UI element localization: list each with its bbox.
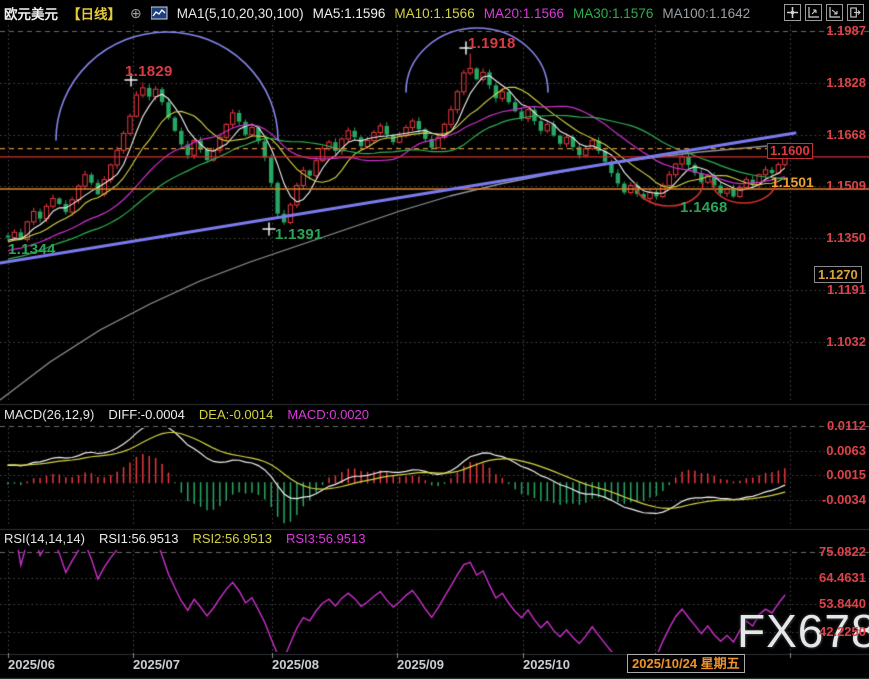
- ma-settings-label[interactable]: MA1(5,10,20,30,100): [177, 6, 304, 21]
- rsi2-value: RSI2:56.9513: [192, 531, 272, 546]
- rsi3-value: RSI3:56.9513: [286, 531, 366, 546]
- macd-axis-label: 0.0015: [815, 467, 866, 482]
- crosshair-price-tag: 1.1270: [814, 266, 862, 283]
- scale-axis-up-icon[interactable]: [805, 4, 822, 21]
- rsi-title[interactable]: RSI(14,14,14): [4, 531, 85, 546]
- price-axis-label: 1.1191: [815, 282, 866, 297]
- macd-diff-value: DIFF:-0.0004: [108, 407, 185, 422]
- date-axis-label: 2025/09: [397, 657, 444, 672]
- ma10-value: MA10:1.1566: [394, 6, 474, 21]
- price-axis-label: 1.1828: [815, 75, 866, 90]
- macd-axis-label: -0.0034: [815, 492, 866, 507]
- chart-annotation: 1.1468: [680, 199, 728, 216]
- macd-label-row: MACD(26,12,9) DIFF:-0.0004 DEA:-0.0014 M…: [4, 407, 369, 422]
- ma30-value: MA30:1.1576: [573, 6, 653, 21]
- macd-macd-value: MACD:0.0020: [287, 407, 369, 422]
- chart-annotation: 1.1391: [275, 226, 323, 243]
- rsi1-value: RSI1:56.9513: [99, 531, 179, 546]
- last-price-tag: 1.1600: [767, 143, 813, 159]
- line-chart-icon[interactable]: [151, 6, 168, 20]
- plus-circle-icon[interactable]: ⊕: [130, 5, 142, 22]
- price-axis-label: 1.1987: [815, 23, 866, 38]
- crosshair-date-tag: 2025/10/24 星期五: [627, 654, 745, 673]
- ma100-value: MA100:1.1642: [662, 6, 750, 21]
- macd-axis-label: 0.0063: [815, 443, 866, 458]
- rsi-axis-label: 64.4631: [815, 570, 866, 585]
- macd-axis-label: 0.0112: [815, 418, 866, 433]
- chart-canvas[interactable]: [0, 0, 869, 679]
- shift-right-icon[interactable]: [847, 4, 864, 21]
- chart-toolbar: [784, 4, 864, 21]
- price-axis-label: 1.1032: [815, 334, 866, 349]
- ma5-value: MA5:1.1596: [313, 6, 386, 21]
- rsi-axis-label: 53.8440: [815, 596, 866, 611]
- chart-header: 欧元美元 【日线】 ⊕ MA1(5,10,20,30,100) MA5:1.15…: [4, 3, 750, 23]
- chart-annotation: 1.1829: [125, 63, 173, 80]
- rsi-label-row: RSI(14,14,14) RSI1:56.9513 RSI2:56.9513 …: [4, 531, 365, 546]
- price-axis-label: 1.1350: [815, 230, 866, 245]
- ma20-value: MA20:1.1566: [484, 6, 564, 21]
- date-axis-label: 2025/06: [8, 657, 55, 672]
- price-axis-label: 1.1668: [815, 127, 866, 142]
- macd-dea-value: DEA:-0.0014: [199, 407, 273, 422]
- chart-annotation: 1.1918: [468, 35, 516, 52]
- symbol-name: 欧元美元: [4, 3, 58, 23]
- date-axis-label: 2025/07: [133, 657, 180, 672]
- price-axis-label: 1.1509: [815, 178, 866, 193]
- pan-move-icon[interactable]: [784, 4, 801, 21]
- chart-window: 欧元美元 【日线】 ⊕ MA1(5,10,20,30,100) MA5:1.15…: [0, 0, 869, 679]
- support-price-tag: 1.1501: [771, 174, 814, 190]
- rsi-axis-label: 42.2250: [815, 624, 866, 639]
- rsi-axis-label: 75.0822: [815, 544, 866, 559]
- timeframe-label[interactable]: 【日线】: [67, 3, 121, 23]
- scale-axis-right-icon[interactable]: [826, 4, 843, 21]
- chart-annotation: 1.1344: [8, 241, 56, 258]
- date-axis-label: 2025/10: [523, 657, 570, 672]
- date-axis-label: 2025/08: [272, 657, 319, 672]
- macd-title[interactable]: MACD(26,12,9): [4, 407, 94, 422]
